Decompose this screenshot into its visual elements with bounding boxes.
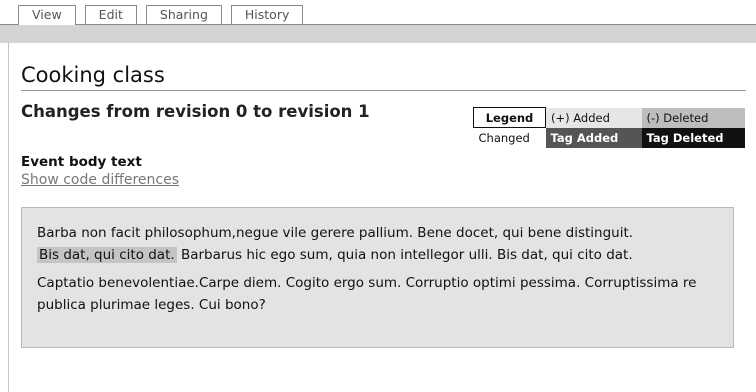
legend-added: (+) Added — [545, 107, 642, 128]
diff-paragraph-1: Barba non facit philosophum,negue vile g… — [37, 222, 718, 266]
tab-bar: View Edit Sharing History — [18, 5, 304, 25]
diff-content: Barba non facit philosophum,negue vile g… — [21, 207, 734, 348]
tab-history[interactable]: History — [230, 5, 304, 24]
legend-tag-added: Tag Added — [545, 127, 642, 148]
legend-changed: Changed — [473, 127, 546, 148]
tab-view[interactable]: View — [18, 5, 76, 25]
legend-title: Legend — [473, 107, 546, 128]
page-title: Cooking class — [21, 63, 165, 87]
tab-sharing[interactable]: Sharing — [145, 5, 222, 24]
legend-deleted: (-) Deleted — [641, 107, 745, 128]
field-label: Event body text — [21, 154, 142, 170]
content-area: Cooking class Changes from revision 0 to… — [8, 43, 756, 392]
diff-paragraph-2: Captatio benevolentiae.Carpe diem. Cogit… — [37, 275, 697, 313]
changes-heading: Changes from revision 0 to revision 1 — [21, 102, 370, 121]
show-code-differences-link[interactable]: Show code differences — [21, 172, 179, 188]
diff-legend: Legend (+) Added (-) Deleted Changed Tag… — [473, 107, 745, 148]
diff-line-1: Barba non facit philosophum,negue vile g… — [37, 225, 634, 241]
tab-band — [0, 24, 756, 43]
added-text-segment: Bis dat, qui cito dat. — [37, 247, 177, 263]
diff-line-2: Barbarus hic ego sum, quia non intellego… — [176, 247, 633, 263]
tab-edit[interactable]: Edit — [84, 5, 137, 24]
title-divider — [21, 90, 746, 91]
legend-tag-deleted: Tag Deleted — [641, 127, 745, 148]
